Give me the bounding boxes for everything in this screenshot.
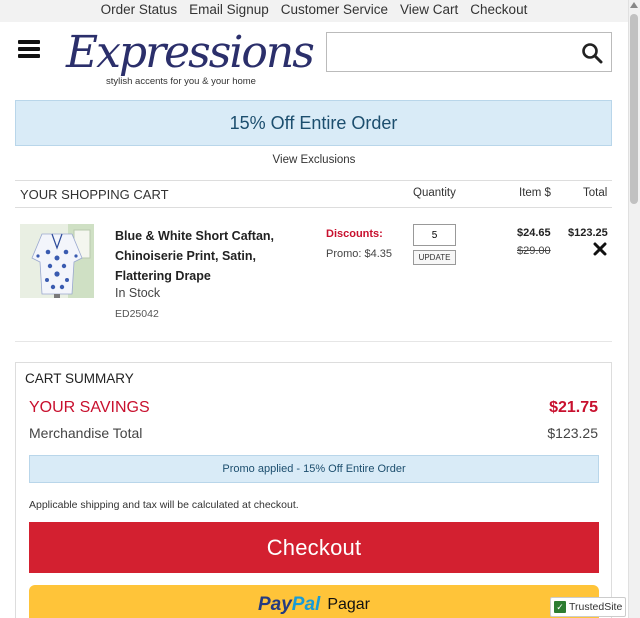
col-quantity: Quantity — [413, 187, 456, 199]
nav-checkout[interactable]: Checkout — [470, 2, 527, 22]
menu-icon[interactable] — [18, 40, 40, 58]
page-scrollbar[interactable] — [628, 0, 640, 618]
trustedsite-badge[interactable]: ✓ TrustedSite — [550, 597, 626, 617]
checkout-button[interactable]: Checkout — [29, 522, 599, 573]
paypal-button[interactable]: Pay Pal Pagar — [29, 585, 599, 618]
site-header: Expressions stylish accents for you & yo… — [0, 22, 628, 100]
shipping-note: Applicable shipping and tax will be calc… — [29, 499, 299, 511]
product-thumbnail[interactable] — [20, 224, 94, 298]
search-icon[interactable] — [581, 42, 603, 64]
site-logo[interactable]: Expressions stylish accents for you & yo… — [66, 26, 315, 92]
nav-email-signup[interactable]: Email Signup — [189, 2, 269, 22]
remove-item-icon[interactable] — [593, 242, 607, 256]
product-name-link[interactable]: Blue & White Short Caftan, Chinoiserie P… — [115, 226, 310, 286]
merchandise-total-value: $123.25 — [547, 425, 598, 441]
item-price: $24.65 — [517, 227, 551, 239]
search-box — [326, 32, 612, 72]
trustedsite-label: TrustedSite — [569, 601, 623, 613]
logo-wordmark: Expressions — [66, 27, 315, 78]
cart-title: YOUR SHOPPING CART — [20, 187, 169, 202]
line-total: $123.25 — [568, 227, 608, 239]
view-exclusions-link[interactable]: View Exclusions — [0, 154, 628, 166]
scroll-up-icon[interactable] — [630, 2, 638, 8]
scrollbar-thumb[interactable] — [630, 14, 638, 204]
top-nav: Order Status Email Signup Customer Servi… — [0, 0, 628, 22]
paypal-logo-pal: Pal — [291, 594, 321, 615]
nav-view-cart[interactable]: View Cart — [400, 2, 458, 22]
item-original-price: $29.00 — [517, 245, 551, 257]
col-item-price: Item $ — [519, 187, 551, 199]
nav-customer-service[interactable]: Customer Service — [281, 2, 388, 22]
summary-title: CART SUMMARY — [25, 371, 134, 386]
col-total: Total — [583, 187, 608, 199]
stock-status: In Stock — [115, 286, 161, 300]
paypal-pagar-label: Pagar — [327, 596, 371, 613]
product-sku: ED25042 — [115, 308, 159, 320]
cart-summary: CART SUMMARY YOUR SAVINGS $21.75 Merchan… — [15, 362, 612, 618]
cart-item-row: Blue & White Short Caftan, Chinoiserie P… — [15, 208, 612, 342]
check-icon: ✓ — [554, 601, 566, 613]
search-input[interactable] — [327, 33, 567, 71]
merchandise-total-label: Merchandise Total — [29, 425, 143, 441]
savings-value: $21.75 — [549, 399, 598, 416]
discount-promo: Promo: $4.35 — [326, 248, 393, 260]
discounts-label: Discounts: — [326, 228, 383, 240]
promo-applied-notice: Promo applied - 15% Off Entire Order — [29, 455, 599, 483]
update-button[interactable]: UPDATE — [413, 250, 456, 265]
savings-label: YOUR SAVINGS — [29, 399, 150, 416]
cart-header: YOUR SHOPPING CART Quantity Item $ Total — [15, 180, 612, 208]
nav-order-status[interactable]: Order Status — [101, 2, 178, 22]
logo-tagline: stylish accents for you & your home — [106, 76, 256, 87]
promo-banner: 15% Off Entire Order — [15, 100, 612, 146]
quantity-input[interactable] — [413, 224, 456, 246]
paypal-logo-pay: Pay — [257, 594, 292, 615]
